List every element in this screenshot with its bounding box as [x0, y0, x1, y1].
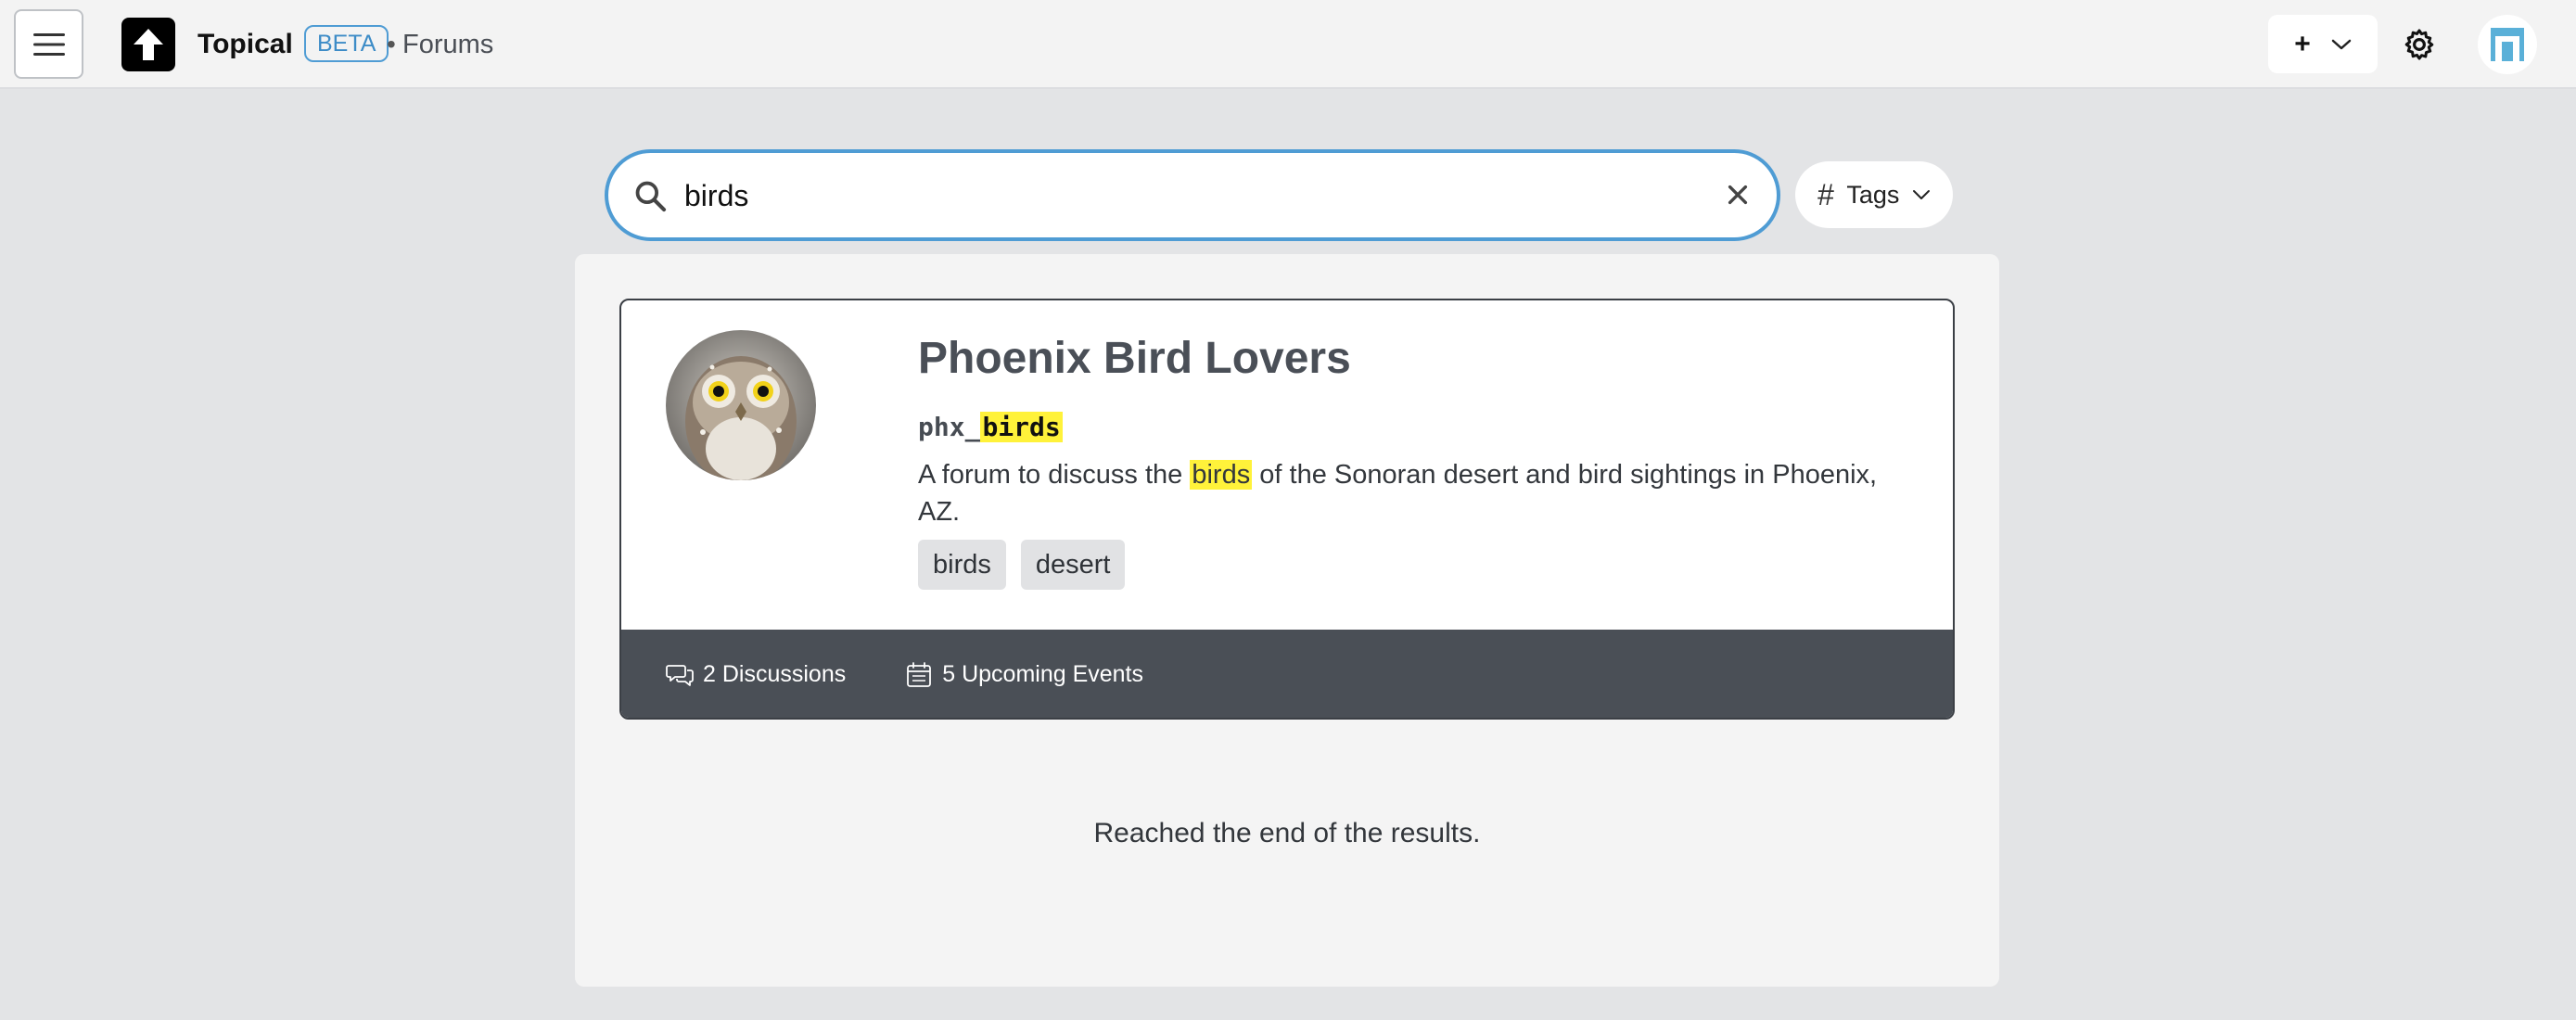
tags-filter-button[interactable]: # Tags [1795, 161, 1953, 228]
events-stat[interactable]: 5 Upcoming Events [905, 661, 1143, 689]
forum-title[interactable]: Phoenix Bird Lovers [918, 331, 1351, 387]
brand-name[interactable]: Topical [198, 28, 293, 61]
forum-card-body: Phoenix Bird Lovers phx_birds A forum to… [621, 300, 1953, 630]
menu-button[interactable] [14, 9, 83, 79]
forum-avatar-owl [666, 330, 816, 480]
forum-result-card[interactable]: Phoenix Bird Lovers phx_birds A forum to… [619, 299, 1955, 720]
forum-description: A forum to discuss the birds of the Sono… [918, 456, 1882, 530]
hash-icon: # [1817, 177, 1834, 211]
avatar-icon [2491, 28, 2524, 61]
discussions-stat[interactable]: 2 Discussions [666, 661, 846, 689]
search-bar[interactable] [605, 149, 1780, 241]
search-icon [635, 181, 667, 212]
topical-logo-icon [134, 29, 163, 60]
close-icon[interactable] [1725, 182, 1751, 208]
discussions-count: 2 Discussions [703, 661, 847, 687]
events-count: 5 Upcoming Events [942, 661, 1144, 687]
search-input[interactable] [684, 170, 1658, 222]
tag-chip[interactable]: desert [1020, 540, 1126, 590]
forum-handle: phx_birds [918, 409, 1063, 446]
results-panel: Phoenix Bird Lovers phx_birds A forum to… [575, 254, 1999, 987]
menu-icon [32, 32, 65, 56]
forum-description-start: A forum to discuss the [918, 460, 1191, 490]
forum-card-footer: 2 Discussions 5 Upcoming Events [621, 630, 1953, 718]
forum-handle-prefix: phx_ [918, 412, 981, 442]
plus-label: + [2294, 28, 2311, 59]
user-avatar[interactable] [2478, 15, 2537, 74]
chevron-down-icon [1913, 190, 1931, 199]
gear-icon[interactable] [2402, 27, 2437, 62]
forum-description-highlight: birds [1190, 460, 1253, 490]
chevron-down-icon [2331, 39, 2352, 49]
beta-badge: BETA [304, 25, 389, 62]
chat-bubbles-icon [666, 664, 694, 686]
breadcrumb-separator: • [387, 30, 396, 58]
new-item-button[interactable]: + [2268, 15, 2378, 73]
calendar-icon [907, 661, 932, 687]
tag-chip[interactable]: birds [918, 540, 1006, 590]
top-bar: Topical BETA • Forums + [0, 0, 2576, 89]
topical-logo[interactable] [121, 18, 175, 71]
breadcrumb-forums[interactable]: Forums [402, 28, 493, 61]
tags-filter-label: Tags [1846, 180, 1900, 209]
forum-tags: birds desert [918, 540, 1126, 590]
forum-handle-highlight: birds [980, 412, 1063, 442]
end-of-results-message: Reached the end of the results. [1093, 818, 1481, 848]
